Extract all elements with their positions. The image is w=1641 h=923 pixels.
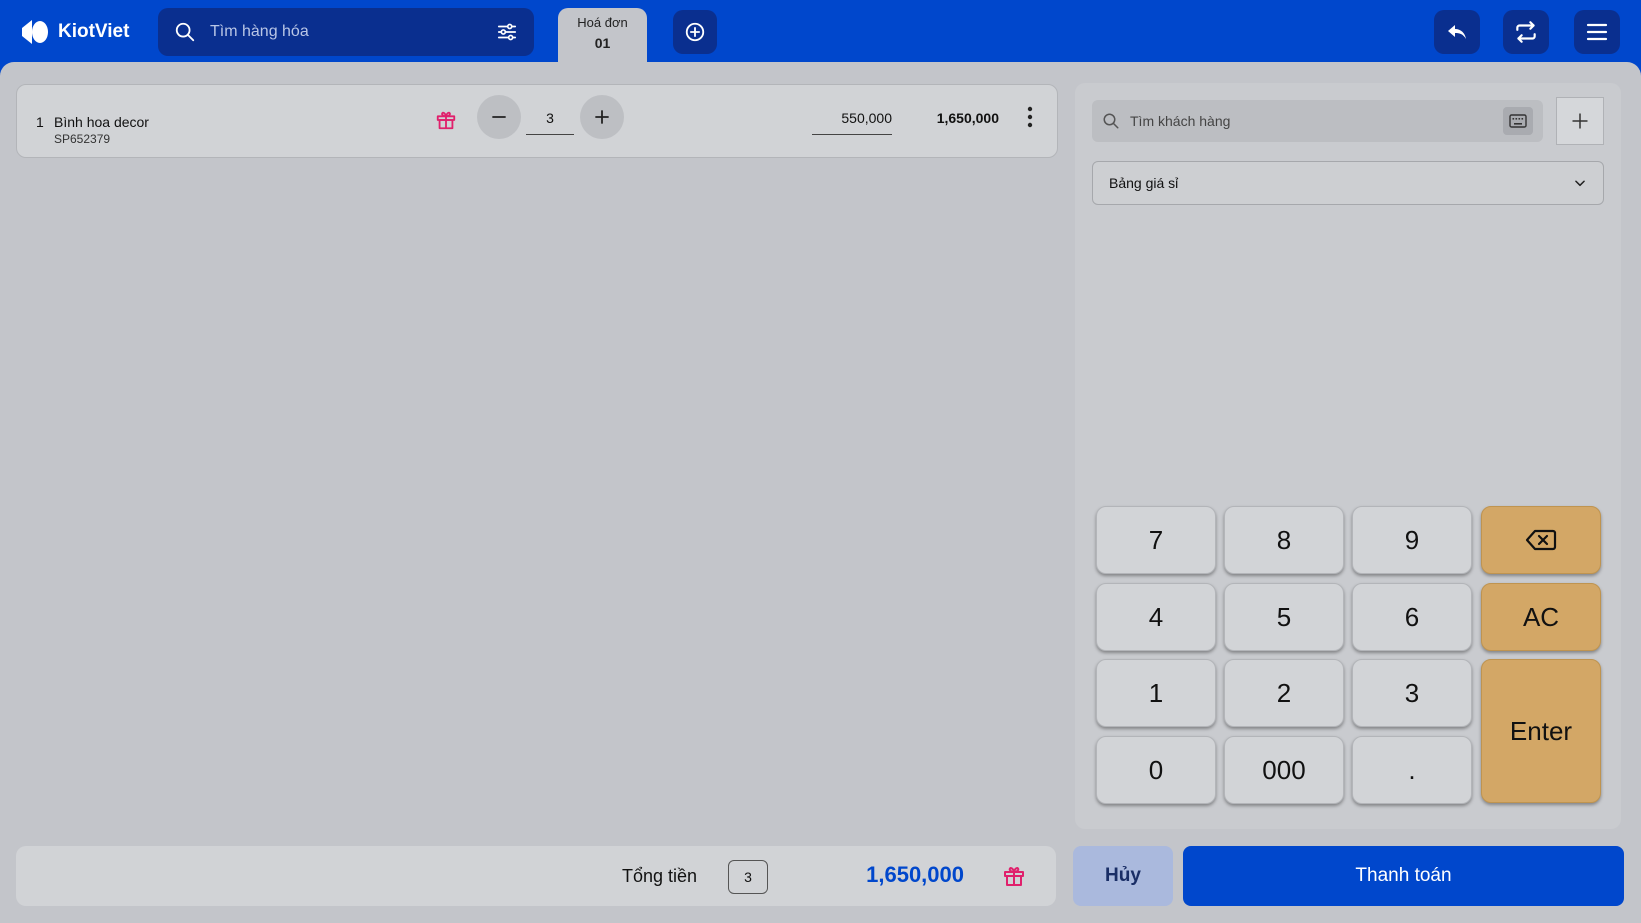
keypad-key-3[interactable]: 3	[1352, 659, 1472, 727]
customer-search[interactable]	[1092, 100, 1543, 142]
search-icon	[1103, 113, 1119, 129]
keypad-key-0[interactable]: 0	[1096, 736, 1216, 804]
app-name: KiotViet	[58, 21, 130, 42]
keypad-key-1[interactable]: 1	[1096, 659, 1216, 727]
keypad-key-2[interactable]: 2	[1224, 659, 1344, 727]
kiotviet-logo-icon	[22, 20, 48, 44]
add-invoice-tab-button[interactable]	[673, 10, 717, 54]
price-list-select[interactable]: Bảng giá sỉ	[1092, 161, 1604, 205]
total-quantity-badge: 3	[728, 860, 768, 894]
search-icon	[175, 22, 195, 42]
keypad-key-000[interactable]: 000	[1224, 736, 1344, 804]
tab-label: Hoá đơn	[577, 15, 628, 30]
top-bar: KiotViet Hoá đơn 01	[0, 0, 1641, 64]
backspace-key[interactable]	[1481, 506, 1601, 574]
gift-icon[interactable]	[435, 109, 457, 131]
keypad-key-5[interactable]: 5	[1224, 583, 1344, 651]
keypad-key-4[interactable]: 4	[1096, 583, 1216, 651]
gift-icon[interactable]	[1002, 864, 1026, 888]
keyboard-button[interactable]	[1503, 107, 1533, 135]
enter-key[interactable]: Enter	[1481, 659, 1601, 803]
reply-arrow-icon	[1448, 25, 1466, 39]
clear-all-key[interactable]: AC	[1481, 583, 1601, 651]
unit-price-input[interactable]: 550,000	[812, 101, 892, 135]
add-customer-button[interactable]	[1556, 97, 1604, 145]
tab-invoice-01[interactable]: Hoá đơn 01	[558, 8, 647, 64]
switch-mode-button[interactable]	[1503, 10, 1549, 54]
quantity-input[interactable]: 3	[526, 101, 574, 135]
line-total: 1,650,000	[936, 110, 999, 126]
product-search-input[interactable]	[210, 23, 482, 41]
swap-arrows-icon	[1516, 21, 1536, 43]
total-label: Tổng tiền	[622, 866, 698, 886]
product-search[interactable]	[158, 8, 534, 56]
pay-button[interactable]: Thanh toán	[1183, 846, 1624, 906]
item-name: Bình hoa decor	[54, 114, 149, 130]
keypad-key-8[interactable]: 8	[1224, 506, 1344, 574]
tab-number: 01	[594, 35, 611, 51]
increase-quantity-button[interactable]	[580, 95, 624, 139]
keypad-key-9[interactable]: 9	[1352, 506, 1472, 574]
price-list-selected: Bảng giá sỉ	[1109, 175, 1179, 191]
menu-button[interactable]	[1574, 10, 1620, 54]
plus-icon	[1572, 113, 1588, 129]
more-options-icon[interactable]	[1025, 105, 1035, 129]
total-amount: 1,650,000	[866, 862, 964, 887]
keypad-key-7[interactable]: 7	[1096, 506, 1216, 574]
keyboard-icon	[1509, 114, 1527, 128]
hamburger-menu-icon	[1586, 23, 1608, 41]
cart-item-row[interactable]: 1 Bình hoa decor SP652379 3 550,000 1,65…	[16, 84, 1058, 158]
keypad-key-6[interactable]: 6	[1352, 583, 1472, 651]
return-button[interactable]	[1434, 10, 1480, 54]
decrease-quantity-button[interactable]	[477, 95, 521, 139]
customer-search-input[interactable]	[1130, 113, 1493, 129]
plus-icon	[595, 110, 609, 124]
item-index: 1	[36, 114, 44, 130]
app-logo: KiotViet	[18, 16, 129, 48]
plus-circle-icon	[685, 22, 705, 42]
cancel-button[interactable]: Hủy	[1073, 846, 1173, 906]
filter-sliders-icon[interactable]	[496, 21, 518, 43]
backspace-icon	[1525, 529, 1557, 551]
summary-bar: Tổng tiền 3 1,650,000	[16, 846, 1056, 906]
keypad-key-dot[interactable]: .	[1352, 736, 1472, 804]
chevron-down-icon	[1575, 180, 1585, 187]
minus-icon	[492, 116, 506, 118]
item-code: SP652379	[54, 132, 111, 146]
